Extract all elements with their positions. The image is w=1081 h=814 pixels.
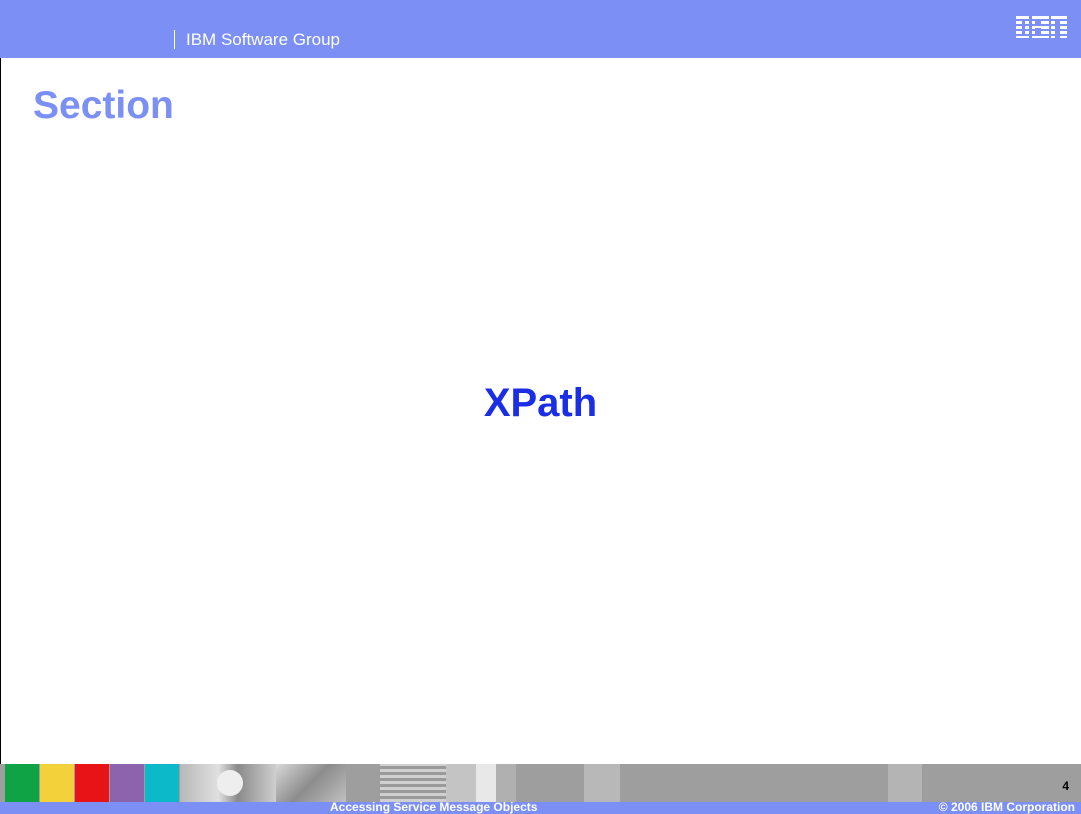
photo-tile-6 bbox=[888, 764, 922, 802]
left-border-line bbox=[0, 58, 1, 764]
photo-tile-2 bbox=[276, 764, 346, 802]
photo-tile-3 bbox=[380, 764, 446, 802]
footer-bar bbox=[0, 802, 1081, 814]
circle-pattern-icon bbox=[217, 770, 243, 796]
slide-title: XPath bbox=[483, 381, 598, 425]
header-bar: IBM Software Group bbox=[0, 0, 1081, 58]
slide-frame: IBM Software Group Section XPath Accessi… bbox=[0, 0, 1081, 814]
red-tile bbox=[75, 764, 109, 802]
photo-tile-5 bbox=[584, 764, 620, 802]
header-separator bbox=[174, 30, 175, 49]
green-tile bbox=[5, 764, 39, 802]
purple-tile bbox=[110, 764, 144, 802]
ibm-logo-icon bbox=[1016, 16, 1067, 38]
page-number: 4 bbox=[1062, 779, 1069, 793]
header-group-title: IBM Software Group bbox=[186, 30, 341, 49]
cyan-tile bbox=[145, 764, 179, 802]
section-label: Section bbox=[33, 84, 174, 127]
photo-tile-4 bbox=[446, 764, 516, 802]
footer-course-title: Accessing Service Message Objects bbox=[330, 800, 538, 814]
footer-copyright: © 2006 IBM Corporation bbox=[938, 800, 1075, 814]
yellow-tile bbox=[40, 764, 74, 802]
